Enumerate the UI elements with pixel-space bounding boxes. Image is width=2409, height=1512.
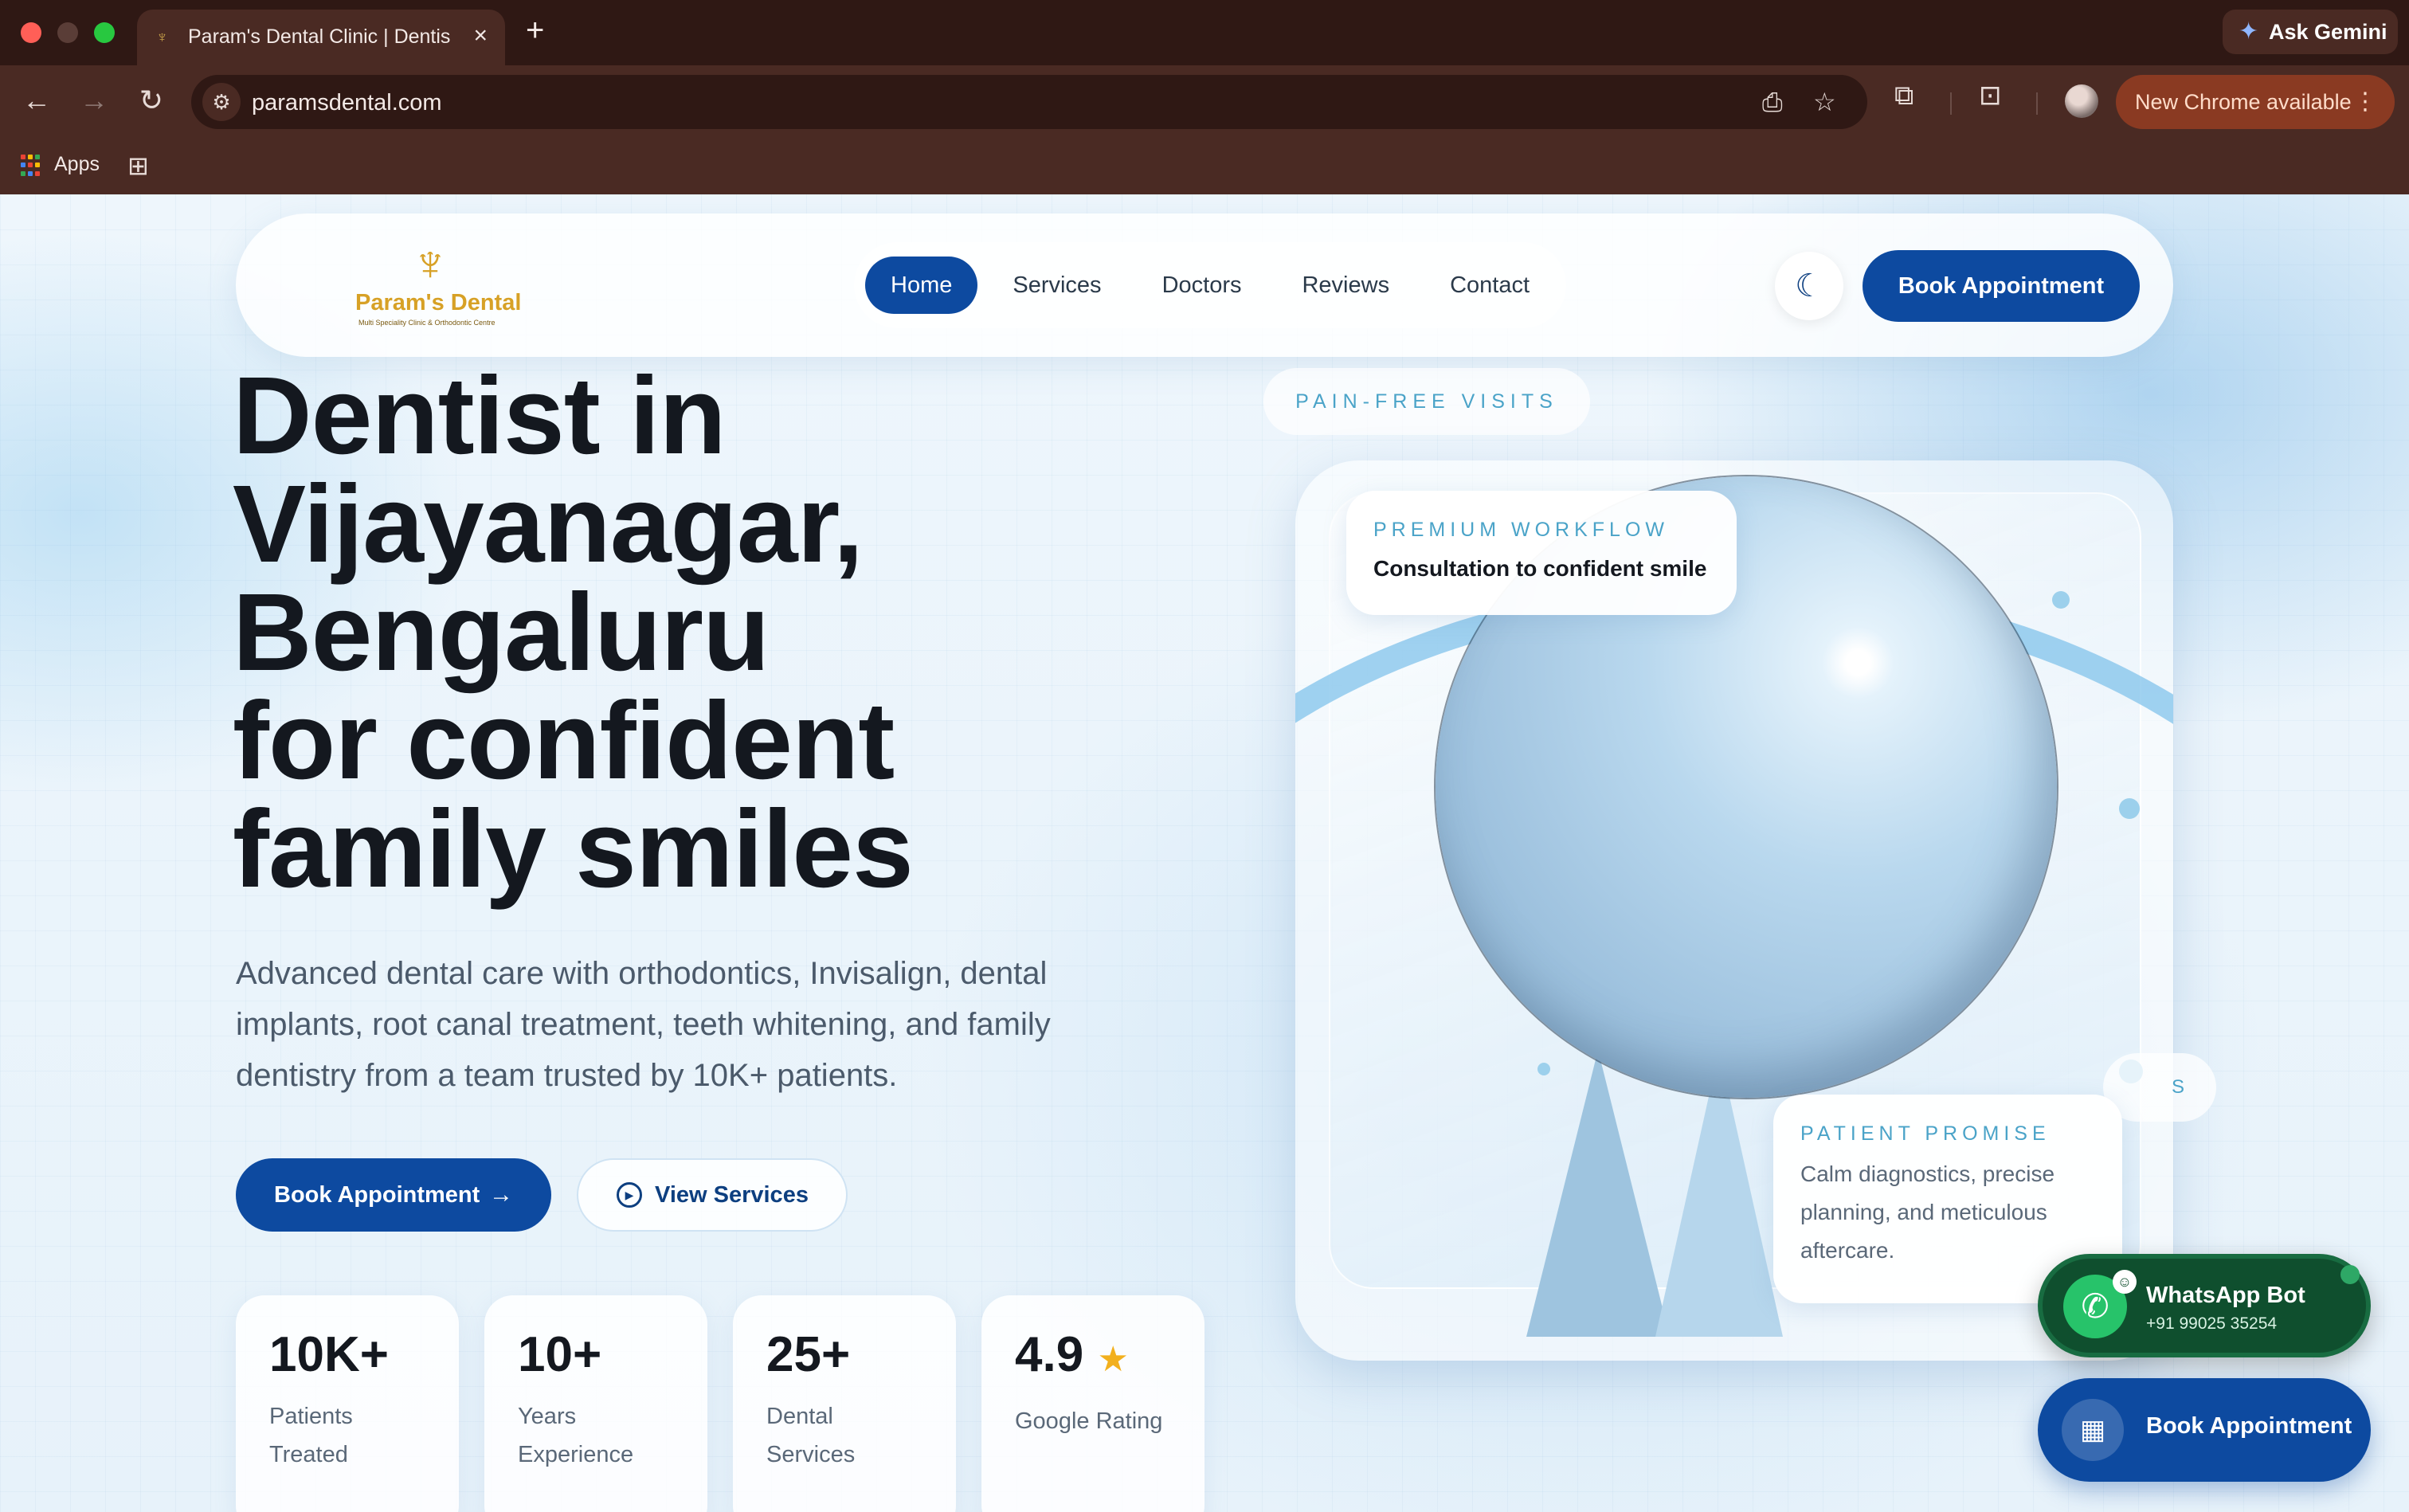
stat-value: 10K+ [269,1327,389,1382]
stat-card: 10K+ Patients Treated [236,1295,459,1512]
calendar-icon: ▦ [2062,1399,2124,1461]
dark-mode-moon-icon[interactable]: ☾ [1775,252,1843,320]
decor-dot [2119,798,2140,819]
close-window-button[interactable] [21,22,41,43]
ask-gemini-button[interactable]: ✦ Ask Gemini [2223,10,2398,54]
whatsapp-title: WhatsApp Bot [2146,1283,2305,1308]
hero-title-line: family smiles [233,788,914,911]
maximize-window-button[interactable] [94,22,115,43]
online-status-dot [2340,1265,2360,1284]
stat-card: 4.9 ★ Google Rating [981,1295,1204,1512]
book-appointment-label: Book Appointment [274,1182,480,1208]
ask-gemini-label: Ask Gemini [2269,20,2387,44]
clinic-logo[interactable]: ♆ Param's Dental Multi Speciality Clinic… [355,237,539,333]
gemini-icon: ✦ [2239,18,2259,45]
profile-avatar[interactable] [2065,84,2098,118]
nav-services[interactable]: Services [987,257,1126,314]
floating-book-label: Book Appointment [2146,1413,2352,1439]
whatsapp-bot-button[interactable]: ✆ ☺ WhatsApp Bot +91 99025 35254 [2038,1254,2371,1357]
hero-title-line: for confident [233,680,895,802]
stat-value: 25+ [766,1327,851,1382]
new-tab-button[interactable]: + [526,14,544,46]
stat-card: 10+ Years Experience [484,1295,707,1512]
tooth-root-left [1526,1050,1670,1337]
tab-search-icon[interactable]: ⊡ [1979,81,2002,110]
logo-tagline: Multi Speciality Clinic & Orthodontic Ce… [358,319,496,327]
hero-book-appointment-button[interactable]: Book Appointment → [236,1158,551,1232]
update-chrome-button[interactable]: New Chrome available ⋮ [2116,75,2395,129]
site-header: ♆ Param's Dental Multi Speciality Clinic… [236,213,2173,357]
decor-dot [2052,591,2070,609]
toolbar-divider [2036,92,2038,115]
hero-title-line: Dentist in [233,354,727,477]
stat-value: 10+ [518,1327,602,1382]
header-book-appointment-button[interactable]: Book Appointment [1863,250,2140,322]
stat-card: 25+ Dental Services [733,1295,956,1512]
favicon-icon: ♆ [156,29,168,46]
card-text: Calm diagnostics, precise planning, and … [1800,1161,2055,1263]
update-label: New Chrome available [2135,90,2352,114]
apps-bookmark[interactable]: Apps [54,153,100,176]
stat-label: Patients Treated [269,1404,353,1467]
card-text: Consultation to confident smile [1373,556,1707,581]
browser-toolbar: ← → ↻ ⚙ paramsdental.com ⎙ ☆ ⧉ ⊡ New Chr… [0,65,2409,137]
browser-chrome: ♆ Param's Dental Clinic | Dentis × + ✦ A… [0,0,2409,194]
tab-close-icon[interactable]: × [473,24,488,48]
hero-description: Advanced dental care with orthodontics, … [236,956,1051,1093]
site-settings-icon[interactable]: ⚙ [202,83,241,121]
side-tag-pill: S [2103,1053,2216,1122]
browser-tab[interactable]: ♆ Param's Dental Clinic | Dentis × [137,10,505,65]
stat-value-row: 4.9 ★ [1015,1327,1171,1388]
page-viewport: ♆ Param's Dental Multi Speciality Clinic… [0,194,2409,1512]
view-services-button[interactable]: ▶ View Services [577,1158,848,1232]
tab-groups-icon[interactable]: ⊞ [127,153,149,178]
nav-doctors[interactable]: Doctors [1137,257,1267,314]
pain-free-tag: PAIN-FREE VISITS [1263,368,1590,435]
stat-label: Google Rating [1015,1408,1163,1434]
arrow-right-icon: → [489,1181,513,1208]
hero-title-line: Bengaluru [233,571,770,694]
tab-title: Param's Dental Clinic | Dentis [188,25,451,48]
back-icon[interactable]: ← [18,81,56,119]
tooth-logo-icon: ♆ [411,234,449,292]
more-menu-icon[interactable]: ⋮ [2353,75,2377,129]
decor-dot [1537,1063,1550,1075]
logo-name: Param's Dental [355,290,522,315]
card-eyebrow: PREMIUM WORKFLOW [1373,519,1669,541]
url-text[interactable]: paramsdental.com [252,90,442,116]
star-icon: ★ [1097,1340,1129,1379]
bookmark-star-icon[interactable]: ☆ [1813,88,1836,116]
main-nav: Home Services Doctors Reviews Contact [854,242,1567,328]
hero-title-line: Vijayanagar, [233,463,864,586]
bookmarks-bar: Apps ⊞ [0,137,2409,194]
address-bar[interactable]: ⚙ paramsdental.com ⎙ ☆ [191,75,1867,129]
premium-workflow-card: PREMIUM WORKFLOW Consultation to confide… [1346,491,1737,615]
apps-icon[interactable] [21,155,43,177]
stat-value: 4.9 [1015,1327,1084,1382]
view-services-label: View Services [655,1182,809,1208]
play-circle-icon: ▶ [617,1182,642,1208]
install-app-icon[interactable]: ⎙ [1762,88,1783,116]
tab-bar: ♆ Param's Dental Clinic | Dentis × + ✦ A… [0,0,2409,65]
forward-icon[interactable]: → [75,81,113,119]
hero-title: Dentist in Vijayanagar, Bengaluru for co… [233,354,1189,911]
stat-label: Dental Services [766,1404,856,1467]
toolbar-divider [1950,92,1952,115]
whatsapp-number: +91 99025 35254 [2146,1314,2278,1333]
card-eyebrow: PATIENT PROMISE [1800,1122,2051,1145]
minimize-window-button[interactable] [57,22,78,43]
nav-home[interactable]: Home [865,257,978,314]
extensions-icon[interactable]: ⧉ [1894,81,1913,110]
floating-book-appointment-button[interactable]: ▦ Book Appointment [2038,1378,2371,1482]
reload-icon[interactable]: ↻ [132,81,170,119]
nav-contact[interactable]: Contact [1424,257,1555,314]
stat-label: Years Experience [518,1404,634,1467]
bot-icon: ☺ [2113,1270,2137,1294]
nav-reviews[interactable]: Reviews [1276,257,1415,314]
